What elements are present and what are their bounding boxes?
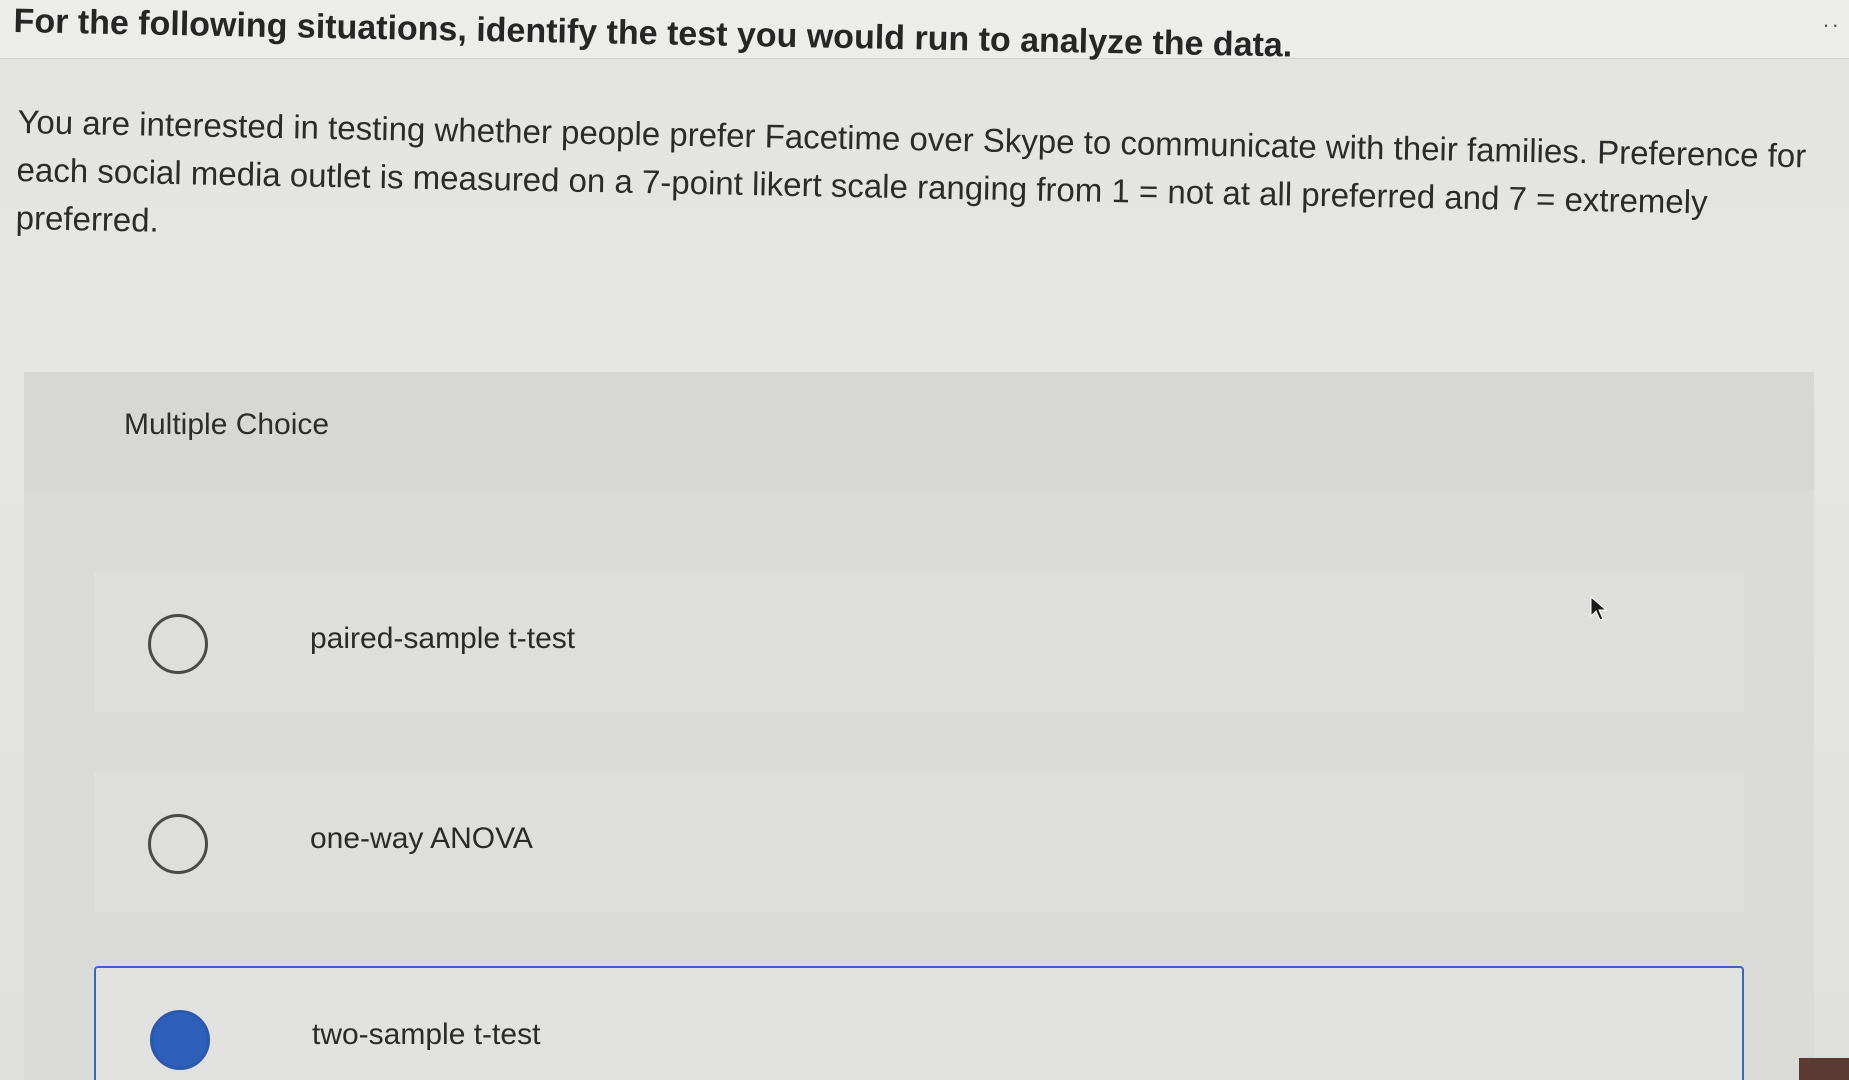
option-label: paired-sample t-test <box>310 622 576 655</box>
option-paired-sample-t-test[interactable]: paired-sample t-test <box>94 572 1744 712</box>
radio-button-selected[interactable] <box>150 1010 210 1070</box>
background-edge <box>1799 1058 1849 1080</box>
more-dots-icon[interactable]: ·· <box>1822 12 1841 38</box>
option-label: one-way ANOVA <box>310 822 533 855</box>
multiple-choice-title: Multiple Choice <box>124 408 330 441</box>
instruction-text: For the following situations, identify t… <box>13 2 1293 65</box>
multiple-choice-header: Multiple Choice <box>24 372 1814 490</box>
multiple-choice-panel: Multiple Choice paired-sample t-test one… <box>24 372 1814 1080</box>
radio-button-unselected[interactable] <box>148 814 208 874</box>
option-label: two-sample t-test <box>312 1018 541 1051</box>
question-text: You are interested in testing whether pe… <box>15 102 1807 239</box>
option-one-way-anova[interactable]: one-way ANOVA <box>94 772 1744 912</box>
header-bar: For the following situations, identify t… <box>0 0 1849 65</box>
option-two-sample-t-test[interactable]: two-sample t-test <box>94 966 1744 1080</box>
quiz-screen: For the following situations, identify t… <box>0 0 1849 1080</box>
radio-button-unselected[interactable] <box>148 614 208 674</box>
